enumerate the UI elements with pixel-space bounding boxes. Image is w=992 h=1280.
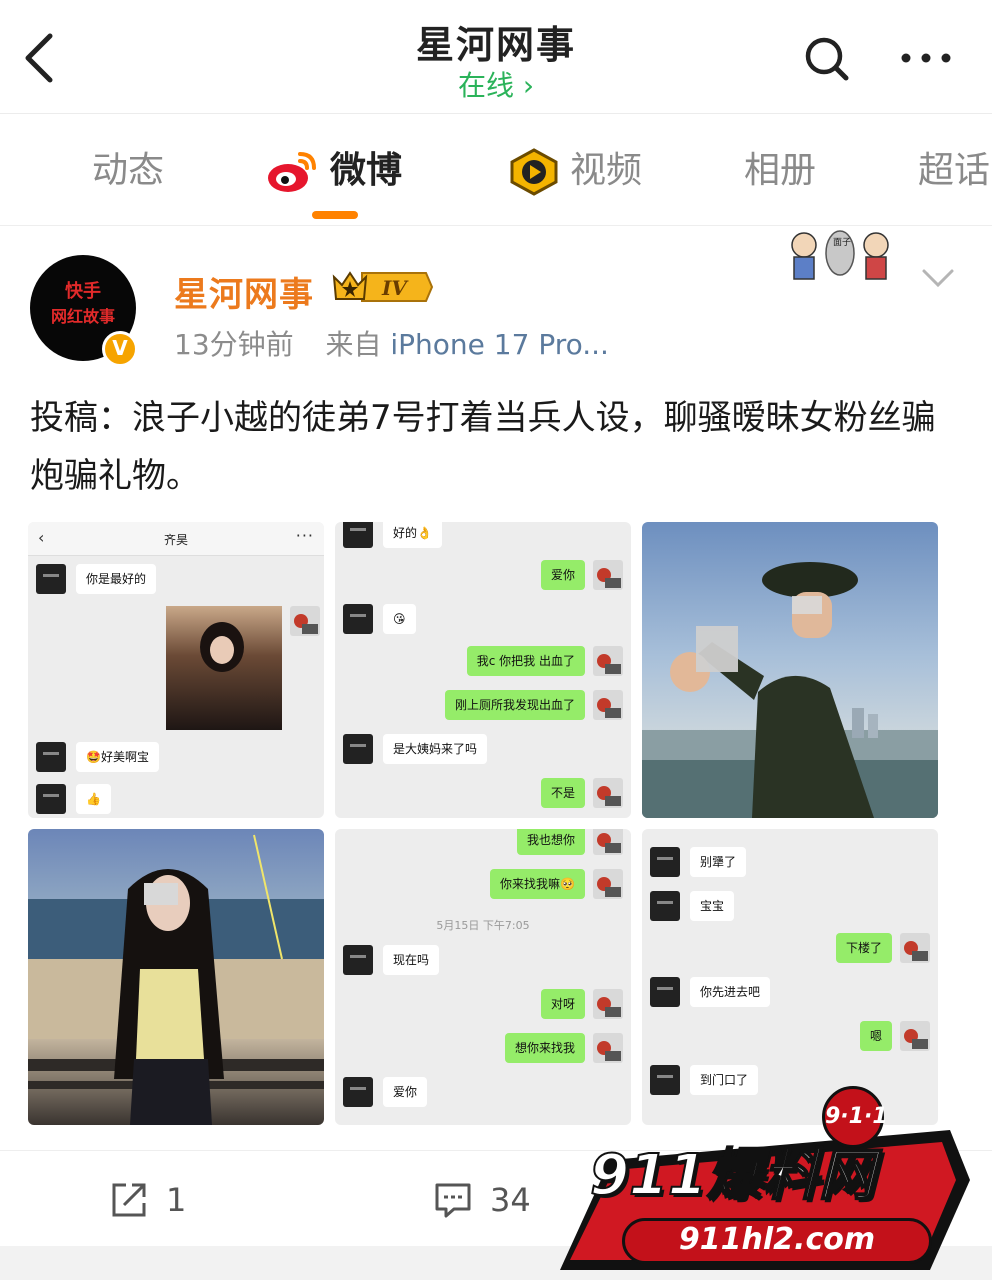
chat-avatar [343, 522, 373, 548]
chat-avatar [343, 734, 373, 764]
chat-avatar [343, 1077, 373, 1107]
photo-face [210, 636, 234, 664]
image-soldier-photo[interactable] [642, 522, 938, 818]
soldier-illustration [642, 562, 938, 818]
chat-message: 是大姨妈来了吗 [383, 734, 488, 764]
watermark-logo: 911爆料网 911hl2.com 9·1·1 [550, 1080, 980, 1280]
tab-video[interactable]: 视频 [570, 148, 642, 194]
share-button[interactable]: 1 [110, 1173, 210, 1223]
comment-button[interactable]: 34 [434, 1173, 544, 1223]
watermark-title: 911爆料网 [589, 1142, 876, 1209]
chat-message: 你来找我嘛🥺 [490, 869, 585, 899]
post-meta: 13分钟前 来自 iPhone 17 Pro... [174, 323, 609, 363]
chat-message: 我也想你 [516, 829, 585, 855]
chat-message: 不是 [540, 778, 585, 808]
chat-timestamp: 5月15日 下午7:05 [436, 919, 530, 932]
chat-photo [166, 606, 282, 730]
chat-avatar [343, 604, 373, 634]
chat-avatar-self [593, 869, 623, 899]
sticker-text: 面子 [833, 237, 851, 248]
more-icon [901, 53, 951, 63]
chat-title: 齐昊 [163, 533, 188, 547]
chat-message: 爱你 [383, 1077, 428, 1107]
video-icon [510, 148, 558, 196]
comment-icon [435, 1183, 471, 1218]
chat-avatar-self [290, 606, 320, 636]
chevron-down-icon [922, 269, 954, 288]
watermark-badge: 9·1·1 [822, 1086, 888, 1148]
chat-message: 好的👌 [383, 522, 442, 548]
chat-message: 现在吗 [383, 945, 440, 975]
post-menu-button[interactable] [918, 263, 958, 291]
search-icon [805, 37, 849, 81]
post-content: 投稿：浪子小越的徒弟7号打着当兵人设，聊骚暧昧女粉丝骗炮骗礼物。 [30, 398, 936, 496]
verified-icon: V [102, 331, 138, 367]
chat-message: 嗯 [859, 1021, 892, 1051]
chat-avatar [650, 847, 680, 877]
chat-message: 想你来找我 [504, 1033, 585, 1063]
chat-avatar [36, 564, 66, 594]
crown-icon: IV [332, 271, 434, 302]
chat-message: 😘 [383, 604, 416, 634]
chat-avatar-self [593, 778, 623, 808]
tab-super-topic[interactable]: 超话 [918, 148, 990, 194]
chat-avatar [36, 742, 66, 772]
chat-avatar [650, 891, 680, 921]
avatar-text-line1: 快手 [65, 281, 101, 302]
chat-avatar-self [593, 560, 623, 590]
comic-sticker: 面子 [791, 230, 889, 280]
avatar-text-line2: 网红故事 [50, 307, 115, 326]
tab-weibo[interactable]: 微博 [330, 148, 402, 194]
chat-header: ‹ 齐昊 ··· [28, 522, 324, 556]
tab-album[interactable]: 相册 [744, 148, 816, 194]
chat-message: 宝宝 [690, 891, 735, 921]
chat-message: 对呀 [540, 989, 585, 1019]
chat-message: 🤩好美啊宝 [76, 742, 159, 772]
top-nav-bar: 星河网事 在线 › [0, 0, 992, 114]
author-name[interactable]: 星河网事 [174, 267, 314, 316]
watermark-url: 911hl2.com [622, 1218, 932, 1264]
level-text: IV [381, 276, 409, 300]
more-button[interactable] [898, 40, 954, 76]
share-count: 1 [166, 1181, 187, 1219]
chat-message: 我c 你把我 出血了 [466, 646, 585, 676]
source-device[interactable]: iPhone 17 Pro... [390, 328, 609, 361]
chat-avatar-self [593, 829, 623, 855]
chat-message: 下楼了 [835, 933, 892, 963]
source-prefix: 来自 [325, 328, 382, 361]
chat-message: 爱你 [540, 560, 585, 590]
chat-message: 👍 [76, 784, 111, 814]
post-time: 13分钟前 [174, 328, 294, 361]
girl-illustration [28, 834, 324, 1125]
chat-avatar-self [593, 989, 623, 1019]
chat-avatar [36, 784, 66, 814]
tab-dynamics[interactable]: 动态 [92, 148, 164, 194]
chat-avatar-self [900, 933, 930, 963]
chat-avatar-self [900, 1021, 930, 1051]
image-chat-screenshot-1[interactable]: ‹ 齐昊 ··· 你是最好的 🤩好美啊宝 👍 [28, 522, 324, 818]
profile-tabs: 动态 微博 视频 相册 超话 [0, 114, 992, 226]
search-button[interactable] [802, 34, 852, 84]
chat-avatar-self [593, 1033, 623, 1063]
image-grid: ‹ 齐昊 ··· 你是最好的 🤩好美啊宝 👍 好的👌 爱你 😘 我c 你把我 出… [28, 522, 940, 1126]
image-chat-screenshot-2[interactable]: 好的👌 爱你 😘 我c 你把我 出血了 刚上厕所我发现出血了 是大姨妈来了吗 不… [335, 522, 631, 818]
chat-avatar [343, 945, 373, 975]
active-tab-indicator [312, 211, 358, 219]
chat-avatar-self [593, 646, 623, 676]
weibo-logo-icon [268, 152, 316, 192]
comment-count: 34 [490, 1181, 531, 1219]
chat-message: 别犟了 [690, 847, 747, 877]
share-icon [112, 1183, 146, 1217]
chat-message: 你先进去吧 [690, 977, 771, 1007]
chat-more-icon: ··· [295, 526, 314, 545]
chat-message: 刚上厕所我发现出血了 [444, 690, 585, 720]
chat-avatar [650, 977, 680, 1007]
chat-message: 你是最好的 [76, 564, 157, 594]
image-girl-photo[interactable] [28, 829, 324, 1125]
chat-avatar-self [593, 690, 623, 720]
